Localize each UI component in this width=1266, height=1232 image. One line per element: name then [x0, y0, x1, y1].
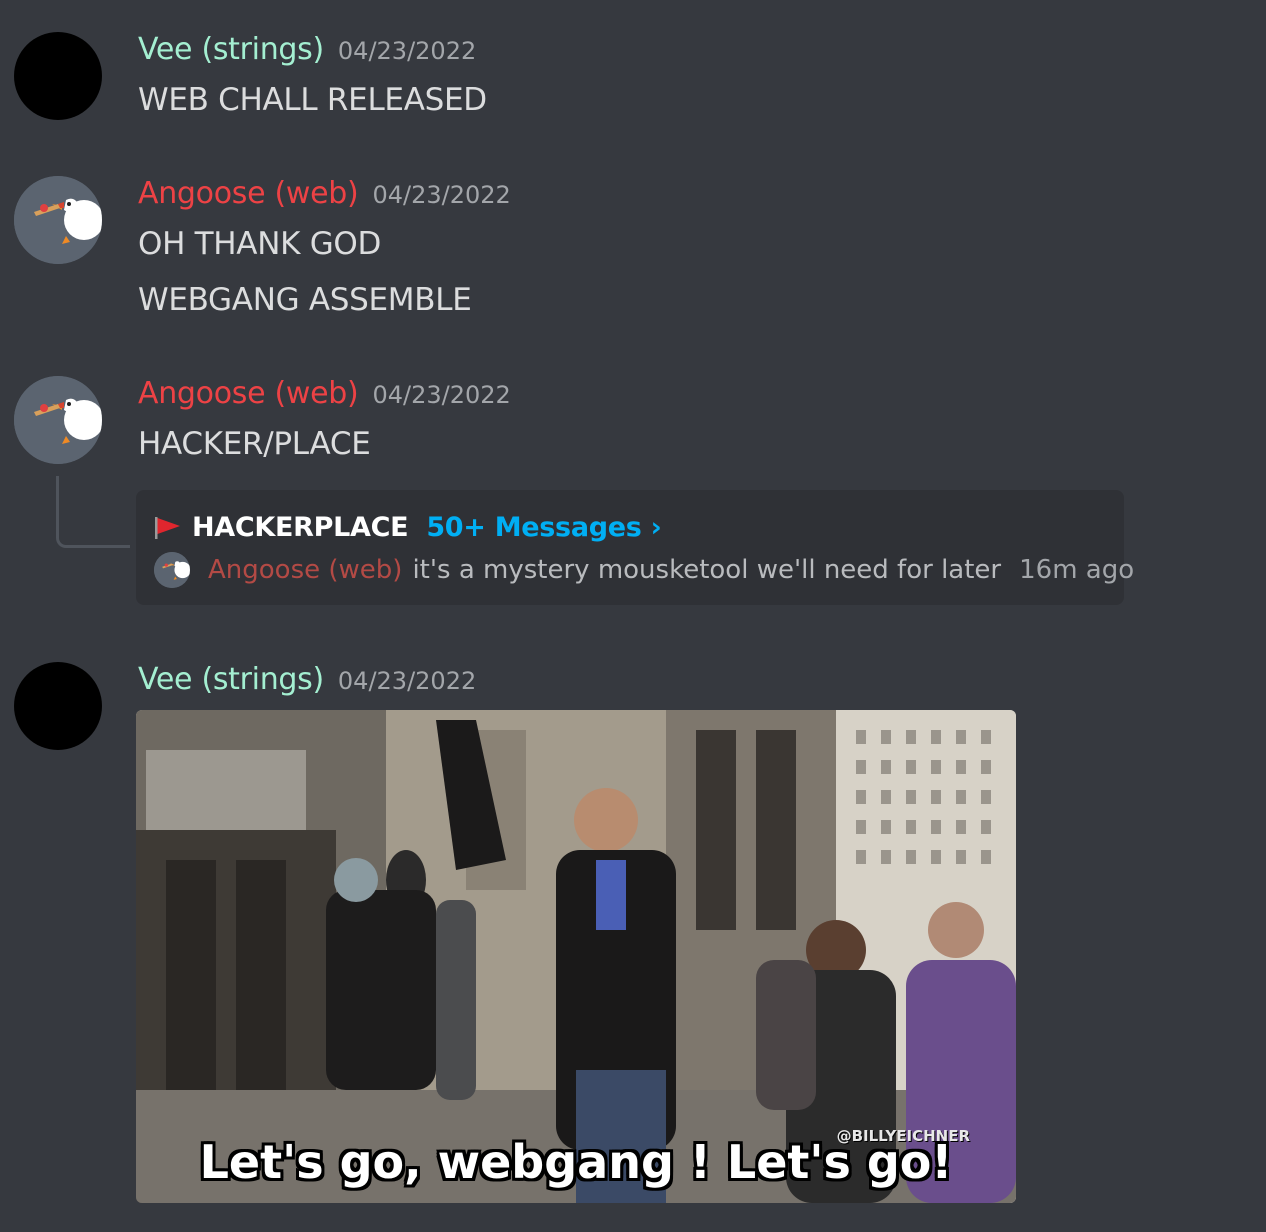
username[interactable]: Angoose (web) [138, 176, 359, 211]
thread-card[interactable]: HACKERPLACE 50+ Messages › Angoose (web)… [136, 490, 1134, 605]
username[interactable]: Angoose (web) [138, 376, 359, 411]
red-flag-icon [155, 516, 180, 539]
timestamp: 04/23/2022 [372, 181, 511, 209]
message-header: Vee (strings) 04/23/2022 [138, 32, 476, 67]
goose-avatar-icon [14, 376, 102, 464]
message-header: Angoose (web) 04/23/2022 [138, 176, 511, 211]
timestamp: 04/23/2022 [337, 37, 477, 65]
preview-text: it's a mystery mousketool we'll need for… [412, 555, 1002, 585]
message-text: OH THANK GOD [138, 226, 382, 262]
username[interactable]: Vee (strings) [138, 32, 324, 67]
message-header: Vee (strings) 04/23/2022 [138, 662, 476, 697]
timestamp: 04/23/2022 [337, 667, 477, 695]
message-text: WEBGANG ASSEMBLE [138, 282, 472, 318]
preview-time: 16m ago [1019, 555, 1135, 585]
message-text: WEB CHALL RELEASED [138, 82, 487, 118]
preview-author: Angoose (web) [208, 555, 403, 585]
preview-avatar [154, 552, 190, 588]
goose-avatar-icon [14, 176, 102, 264]
gif-watermark: @BILLYEICHNER [836, 1127, 970, 1145]
thread-connector [56, 476, 130, 548]
message-header: Angoose (web) 04/23/2022 [138, 376, 511, 411]
thread-message-count-link[interactable]: 50+ Messages › [426, 512, 661, 543]
thread-preview: Angoose (web) it's a mystery mousketool … [154, 552, 1134, 588]
thread-title-row: HACKERPLACE 50+ Messages › [154, 512, 662, 543]
gif-embed[interactable]: Let's go, webgang ! Let's go! @BILLYEICH… [136, 710, 1016, 1203]
avatar[interactable] [14, 376, 102, 464]
goose-avatar-icon [154, 552, 190, 588]
timestamp: 04/23/2022 [372, 381, 511, 409]
avatar[interactable] [14, 32, 102, 120]
username[interactable]: Vee (strings) [138, 662, 324, 697]
thread-name[interactable]: HACKERPLACE [192, 512, 409, 543]
avatar[interactable] [14, 662, 102, 750]
avatar[interactable] [14, 176, 102, 264]
message-text: HACKER/PLACE [138, 426, 371, 462]
